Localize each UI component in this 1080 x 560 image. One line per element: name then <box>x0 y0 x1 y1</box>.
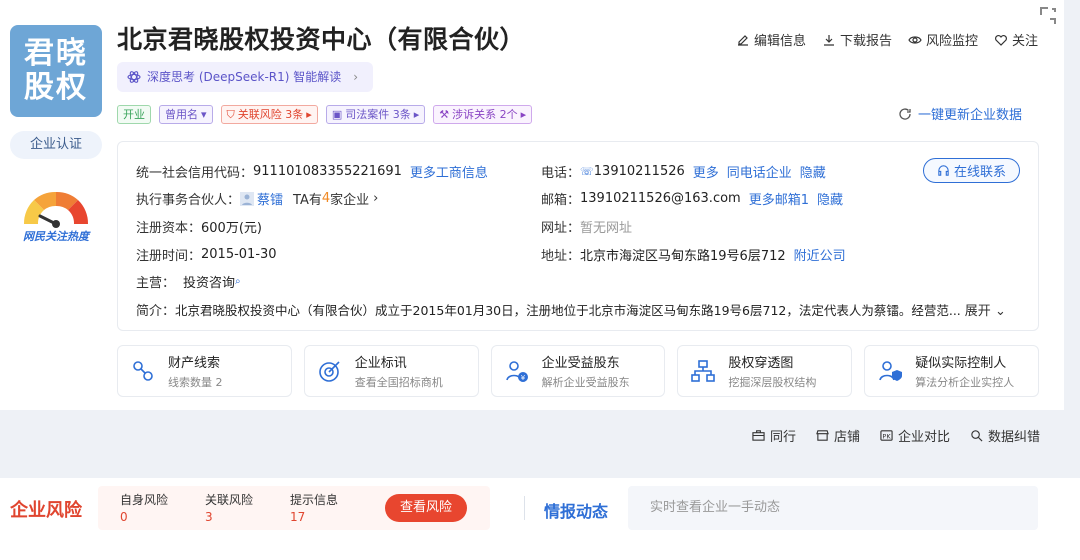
headset-icon <box>938 165 949 176</box>
divider <box>524 496 525 520</box>
partner-name-link[interactable]: 蔡镭 <box>257 189 283 208</box>
heart-icon <box>994 34 1007 46</box>
controller-icon <box>879 361 903 381</box>
intro-row: 简介： 北京君晓股权投资中心（有限合伙）成立于2015年01月30日，注册地位于… <box>136 300 1026 319</box>
download-report-button[interactable]: 下载报告 <box>822 30 892 49</box>
credit-code-row: 统一社会信用代码： 911101083355221691 更多工商信息 <box>136 162 488 181</box>
download-icon <box>823 34 834 46</box>
website-row: 网址： 暂无网址 <box>541 221 633 236</box>
tile-equity-chart[interactable]: 股权穿透图 挖掘深层股权结构 <box>677 345 853 397</box>
caret-right-icon: ▸ <box>306 108 312 121</box>
bid-target-icon <box>318 361 340 382</box>
more-business-link[interactable]: 更多工商信息 <box>410 162 488 181</box>
follow-button[interactable]: 关注 <box>994 30 1038 49</box>
equity-tree-icon <box>691 360 716 382</box>
phone-more-link[interactable]: 更多 <box>693 162 719 181</box>
email-more-link[interactable]: 更多邮箱1 <box>749 189 809 208</box>
data-correction-button[interactable]: 数据纠错 <box>970 426 1040 445</box>
online-contact-button[interactable]: 在线联系 <box>923 158 1020 183</box>
company-logo: 君晓股权 <box>10 25 102 117</box>
email-hide-link[interactable]: 隐藏 <box>817 189 843 208</box>
avatar-icon <box>240 191 255 206</box>
reg-date-row: 注册时间： 2015-01-30 <box>136 247 277 264</box>
nearby-company-link[interactable]: 附近公司 <box>794 245 846 264</box>
ai-chip-label: 深度思考 (DeepSeek-R1) 智能解读 <box>147 70 342 84</box>
refresh-data-button[interactable]: 一键更新企业数据 <box>898 104 1022 123</box>
related-risk-tag[interactable]: ⛉ 关联风险 3条 ▸ <box>220 105 318 124</box>
company-compare-button[interactable]: PK 企业对比 <box>880 426 950 445</box>
briefcase-icon <box>752 430 765 441</box>
gavel-icon: ▣ <box>331 108 343 121</box>
shop-icon <box>816 430 829 441</box>
eye-icon <box>908 35 922 44</box>
chevron-right-icon: › <box>373 191 379 206</box>
chevron-down-icon: ⌄ <box>994 304 1006 319</box>
shield-icon: ⛉ <box>226 108 235 121</box>
tile-property-clue[interactable]: 财产线索 线索数量 2 <box>117 345 292 397</box>
view-risk-button[interactable]: 查看风险 <box>385 494 467 522</box>
company-header-card: 君晓股权 企业认证 网民关注热度 北京君晓股权投资中心（有限合伙） 深度思考 (… <box>0 0 1064 410</box>
chevron-right-icon: › <box>353 70 359 84</box>
business-row: 主营： 投资咨询 ⌕ <box>136 272 241 291</box>
tile-beneficiary[interactable]: ¥ 企业受益股东 解析企业受益股东 <box>490 345 666 397</box>
basic-info-panel: 统一社会信用代码： 911101083355221691 更多工商信息 执行事务… <box>117 141 1039 331</box>
compare-icon: PK <box>880 430 893 441</box>
business-link[interactable]: 投资咨询 <box>183 272 235 291</box>
peer-button[interactable]: 同行 <box>752 426 796 445</box>
corner-menu-icon[interactable] <box>1036 4 1060 28</box>
caret-right-icon: ▸ <box>520 108 527 121</box>
correction-icon <box>971 430 983 442</box>
partner-row: 执行事务合伙人： 蔡镭 TA有 4 家企业 › <box>136 189 379 208</box>
intel-title: 情报动态 <box>544 502 609 521</box>
related-risk-item[interactable]: 关联风险 3 <box>205 491 253 524</box>
property-clue-icon <box>133 361 153 381</box>
former-name-dropdown[interactable]: 曾用名 ▾ <box>159 105 213 124</box>
phone-row: 电话： ☏ 13910211526 更多 同电话企业 隐藏 <box>541 162 826 181</box>
svg-text:¥: ¥ <box>520 374 525 382</box>
tile-bid-info[interactable]: 企业标讯 查看全国招标商机 <box>303 345 479 397</box>
heat-label: 网民关注热度 <box>23 230 89 243</box>
hammer-icon: ⚒ <box>439 108 450 121</box>
company-name: 北京君晓股权投资中心（有限合伙） <box>117 25 526 54</box>
risk-summary: 自身风险 0 关联风险 3 提示信息 17 查看风险 <box>98 486 490 530</box>
edit-info-button[interactable]: 编辑信息 <box>736 30 806 49</box>
edit-icon <box>737 34 748 46</box>
intel-feed[interactable]: 实时查看企业一手动态 <box>628 486 1038 530</box>
risk-monitor-button[interactable]: 风险监控 <box>908 30 978 49</box>
same-phone-link[interactable]: 同电话企业 <box>727 162 792 181</box>
capital-row: 注册资本： 600万(元) <box>136 221 262 236</box>
phone-hide-link[interactable]: 隐藏 <box>800 162 826 181</box>
caret-down-icon: ▾ <box>201 108 207 121</box>
tile-actual-controller[interactable]: 疑似实际控制人 算法分析企业实控人 <box>864 345 1039 397</box>
svg-text:PK: PK <box>882 432 891 440</box>
heat-gauge-icon <box>23 191 89 228</box>
top-actions: 编辑信息 下载报告 风险监控 关注 <box>736 30 1038 49</box>
litigation-tag[interactable]: ⚒ 涉诉关系 2个 ▸ <box>433 105 533 124</box>
hint-info-item[interactable]: 提示信息 17 <box>290 491 338 524</box>
risk-intel-bar: 企业风险 自身风险 0 关联风险 3 提示信息 17 查看风险 情报动态 实时查… <box>0 478 1080 560</box>
judicial-case-tag[interactable]: ▣ 司法案件 3条 ▸ <box>325 105 426 124</box>
phone-icon: ☏ <box>580 165 594 178</box>
refresh-icon <box>899 107 911 120</box>
ai-interpret-button[interactable]: 深度思考 (DeepSeek-R1) 智能解读 › <box>117 62 373 92</box>
status-badge: 开业 <box>117 105 151 124</box>
search-icon: ⌕ <box>235 276 241 287</box>
tag-row: 开业 曾用名 ▾ ⛉ 关联风险 3条 ▸ ▣ 司法案件 3条 ▸ ⚒ 涉诉关系 2个 ▸ <box>117 105 533 124</box>
beneficiary-icon: ¥ <box>505 361 528 382</box>
feature-tiles: 财产线索 线索数量 2 企业标讯 查看全国招标商机 ¥ 企业受益股东 解析企业受益股东… <box>117 345 1039 397</box>
email-row: 邮箱： 13910211526@163.com 更多邮箱1 隐藏 <box>541 189 844 208</box>
address-row: 地址： 北京市海淀区马甸东路19号6层712 附近公司 <box>541 245 846 264</box>
risk-title: 企业风险 <box>10 500 82 521</box>
bottom-actions: 同行 店铺 PK 企业对比 数据纠错 <box>752 426 1040 445</box>
certification-badge[interactable]: 企业认证 <box>10 131 102 159</box>
self-risk-item[interactable]: 自身风险 0 <box>120 491 168 524</box>
shop-button[interactable]: 店铺 <box>816 426 860 445</box>
caret-right-icon: ▸ <box>413 108 420 121</box>
expand-button[interactable]: 展开 ⌄ <box>965 300 1006 319</box>
atom-icon <box>127 71 141 83</box>
